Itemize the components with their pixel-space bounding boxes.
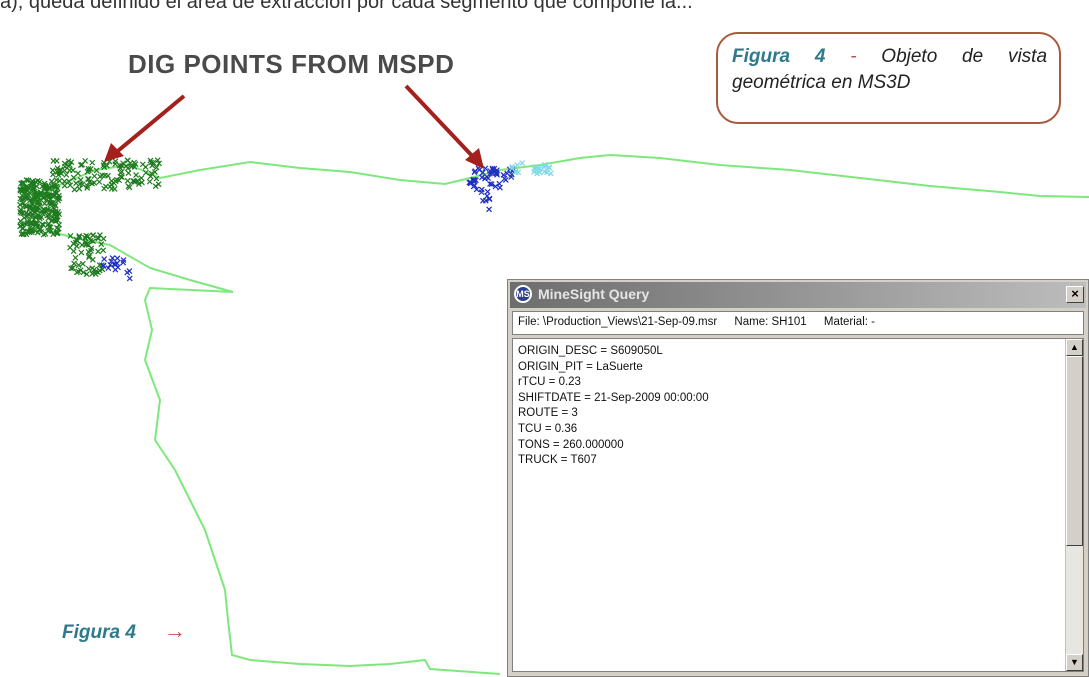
file-path: File: \Production_Views\21-Sep-09.msr: [518, 316, 718, 328]
scroll-up-icon[interactable]: ▲: [1066, 339, 1083, 356]
window-title: MineSight Query: [538, 286, 650, 302]
attribute-line: TRUCK = T607: [518, 454, 597, 467]
scroll-thumb[interactable]: [1066, 356, 1083, 546]
pit-outline-lower: [44, 229, 501, 675]
query-results-panel[interactable]: ORIGIN_DESC = S609050L ORIGIN_PIT = LaSu…: [512, 338, 1084, 672]
caption-separator: -: [850, 46, 857, 67]
minesight-query-window: MS MineSight Query × File: \Production_V…: [507, 279, 1089, 677]
dig-points-label: DIG POINTS FROM MSPD: [128, 49, 455, 79]
attribute-line: ROUTE = 3: [518, 407, 578, 420]
dig-points-green: [17, 157, 162, 278]
pit-outline: [29, 153, 1089, 206]
arrow-icon: [104, 84, 484, 169]
attribute-line: TCU = 0.36: [518, 422, 578, 435]
vertical-scrollbar[interactable]: ▲ ▼: [1065, 339, 1083, 671]
material-value: Material: -: [823, 316, 875, 328]
caption-figure-number: Figura 4: [732, 46, 826, 67]
minesight-logo-icon: MS: [514, 285, 532, 303]
attribute-line: ORIGIN_PIT = LaSuerte: [518, 360, 643, 373]
attribute-line: ORIGIN_DESC = S609050L: [518, 345, 663, 357]
query-info-bar: File: \Production_Views\21-Sep-09.msr Na…: [512, 311, 1084, 335]
object-name: Name: SH101: [734, 316, 807, 328]
close-icon[interactable]: ×: [1066, 286, 1084, 303]
attribute-list: ORIGIN_DESC = S609050L ORIGIN_PIT = LaSu…: [518, 344, 709, 469]
scroll-down-icon[interactable]: ▼: [1066, 654, 1083, 671]
attribute-line: TONS = 260.000000: [518, 438, 624, 451]
attribute-line: SHIFTDATE = 21-Sep-2009 00:00:00: [518, 391, 709, 404]
arrow-right-icon: →: [164, 618, 186, 643]
window-titlebar[interactable]: MS MineSight Query ×: [510, 282, 1086, 308]
figure-caption-box: Figura 4 - Objeto de vista geométrica en…: [716, 32, 1061, 124]
attribute-line: rTCU = 0.23: [518, 376, 581, 389]
figure-reference: Figura 4: [62, 622, 136, 643]
